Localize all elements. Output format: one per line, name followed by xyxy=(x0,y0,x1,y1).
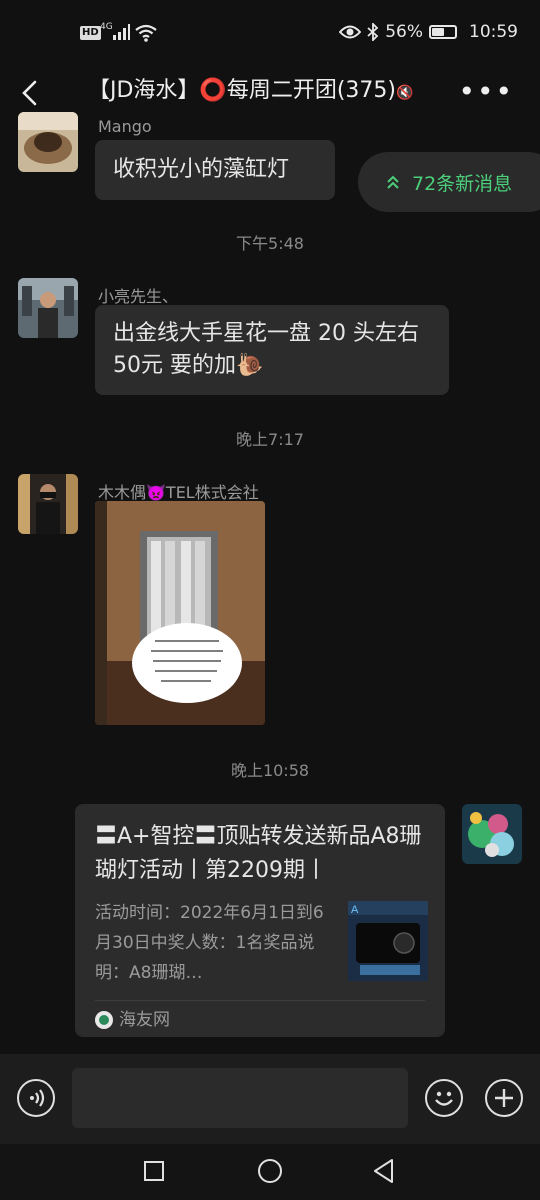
emoji-icon[interactable] xyxy=(425,1079,463,1117)
double-chevron-up-icon xyxy=(387,175,399,189)
chat-header: 【JD海水】⭕每周二开团(375)🔇 ••• xyxy=(0,60,540,124)
bluetooth-icon xyxy=(367,23,379,41)
status-bar: HD 4G 56% 10:59 xyxy=(0,0,540,68)
system-nav-bar xyxy=(0,1144,540,1200)
chat-title: 【JD海水】⭕每周二开团(375)🔇 xyxy=(88,78,414,103)
link-card[interactable]: 〓A+智控〓顶贴转发送新品A8珊 瑚灯活动丨第2209期丨 活动时间：2022年… xyxy=(75,804,445,1037)
hd-indicator: HD xyxy=(80,26,101,40)
avatar[interactable] xyxy=(18,474,78,534)
square-icon[interactable] xyxy=(143,1160,165,1182)
message-bubble[interactable]: 收积光小的藻缸灯 xyxy=(95,140,335,200)
avatar[interactable] xyxy=(18,278,78,338)
message-input[interactable] xyxy=(72,1068,408,1128)
link-card-thumbnail: A xyxy=(348,901,428,981)
battery-percent: 56% xyxy=(385,22,423,42)
timestamp: 晚上10:58 xyxy=(230,761,310,780)
divider xyxy=(95,1000,425,1001)
mute-icon: 🔇 xyxy=(395,85,414,101)
circle-icon[interactable] xyxy=(257,1158,283,1184)
avatar[interactable] xyxy=(462,804,522,864)
add-icon[interactable] xyxy=(485,1079,523,1117)
link-card-source: 海友网 xyxy=(95,1006,170,1034)
message-bubble[interactable]: 出金线大手星花一盘 20 头左右 50元 要的加🐌 xyxy=(95,305,449,395)
avatar[interactable] xyxy=(18,112,78,172)
battery-icon xyxy=(429,25,457,39)
signal-icon xyxy=(113,24,130,40)
more-dots-icon[interactable]: ••• xyxy=(458,78,514,106)
svg-text:A: A xyxy=(351,904,359,916)
eye-icon xyxy=(339,25,362,39)
input-bar xyxy=(0,1054,540,1144)
triangle-icon[interactable] xyxy=(372,1158,396,1184)
network-type: 4G xyxy=(100,22,113,32)
sender-name: 木木偶👿TEL株式会社 xyxy=(98,483,259,502)
source-logo-icon xyxy=(95,1011,113,1029)
timestamp: 晚上7:17 xyxy=(236,430,304,449)
back-arrow-icon[interactable] xyxy=(18,78,42,108)
link-card-title: 〓A+智控〓顶贴转发送新品A8珊 瑚灯活动丨第2209期丨 xyxy=(95,824,422,883)
image-message[interactable] xyxy=(95,501,265,725)
voice-icon[interactable] xyxy=(17,1079,55,1117)
new-messages-label: 72条新消息 xyxy=(412,172,513,195)
link-card-description: 活动时间：2022年6月1日到6月30日中奖人数：1名奖品说明：A8珊瑚… xyxy=(95,903,324,983)
clock: 10:59 xyxy=(469,22,518,42)
sender-name: 小亮先生、 xyxy=(98,287,179,306)
wifi-icon xyxy=(135,24,157,42)
new-messages-button[interactable]: 72条新消息 xyxy=(358,152,540,212)
timestamp: 下午5:48 xyxy=(236,234,304,253)
